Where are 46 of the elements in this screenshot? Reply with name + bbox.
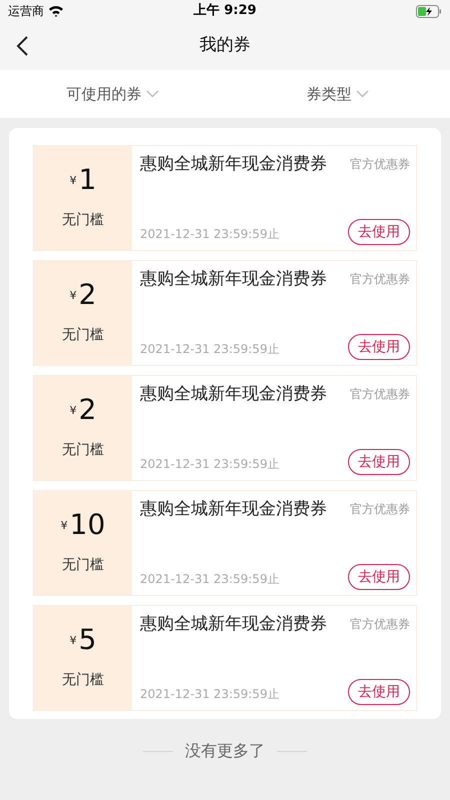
coupon-type-tag: 官方优惠券 [350,385,410,403]
status-time: 上午 9:29 [194,2,256,20]
currency-symbol: ¥ [60,518,68,534]
threshold-label: 无门槛 [62,440,104,460]
filter-dropdown[interactable]: 券类型 [306,82,368,106]
use-coupon-button[interactable]: 去使用 [348,679,410,705]
coupon-title: 惠购全城新年现金消费券 [140,153,328,176]
chevron-down-icon [146,90,158,98]
expiry-date: 2021-12-31 23:59:59止 [140,456,280,473]
expiry-date: 2021-12-31 23:59:59止 [140,571,280,588]
threshold-label: 无门槛 [62,326,104,344]
chevron-down-icon [356,90,368,98]
currency-symbol: ¥ [70,173,77,189]
filter-dropdown[interactable]: 可使用的券 [66,82,158,106]
expiry-date: 2021-12-31 23:59:59止 [140,686,280,703]
carrier-name: 运营商 [8,3,44,20]
coupon-amount: 2 [78,280,96,308]
coupon-title: 惠购全城新年现金消费券 [140,383,328,406]
wifi-icon [48,5,64,17]
coupon-type-tag: 官方优惠券 [350,500,410,518]
coupon-title: 惠购全城新年现金消费券 [140,268,328,291]
coupon-amount: 1 [78,166,96,194]
threshold-label: 无门槛 [62,670,104,690]
page-title: 我的券 [200,34,250,58]
coupon-title: 惠购全城新年现金消费券 [140,498,328,521]
currency-symbol: ¥ [70,633,77,649]
battery-icon [416,4,442,18]
use-coupon-button[interactable]: 去使用 [348,334,410,360]
currency-symbol: ¥ [70,403,77,419]
coupon-type-tag: 官方优惠券 [350,615,410,633]
expiry-date: 2021-12-31 23:59:59止 [140,226,280,243]
use-coupon-button[interactable]: 去使用 [348,564,410,590]
use-coupon-button[interactable]: 去使用 [348,449,410,475]
threshold-label: 无门槛 [62,556,104,574]
coupon-amount: 2 [78,396,96,424]
currency-symbol: ¥ [70,288,77,304]
coupon-type-tag: 官方优惠券 [350,155,410,173]
end-of-list-text: 没有更多了 [185,740,265,762]
expiry-date: 2021-12-31 23:59:59止 [140,341,280,358]
coupon-title: 惠购全城新年现金消费券 [140,613,328,636]
coupon-type-tag: 官方优惠券 [350,270,410,288]
threshold-label: 无门槛 [62,210,104,230]
coupon-amount: 10 [70,510,106,538]
coupon-amount: 5 [78,626,96,654]
use-coupon-button[interactable]: 去使用 [348,219,410,245]
back-icon[interactable] [15,35,29,57]
